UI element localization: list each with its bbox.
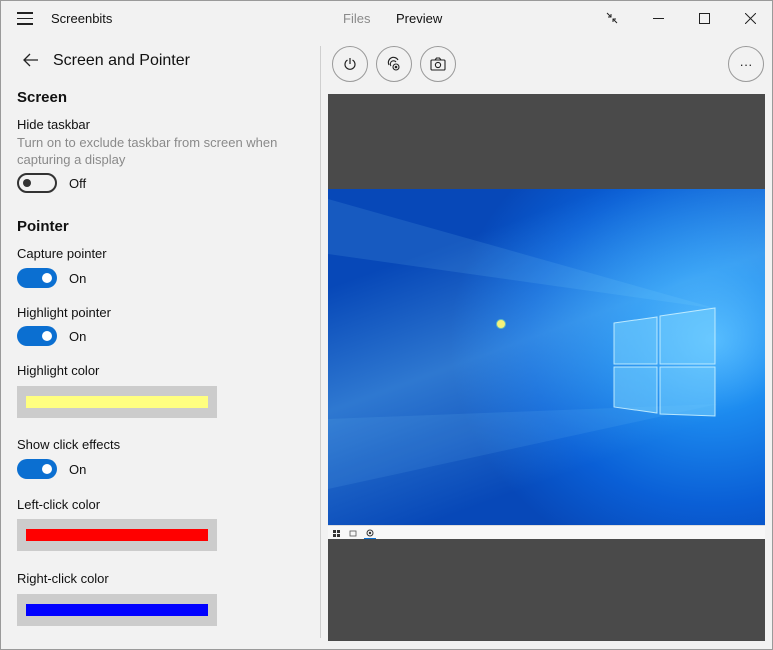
right-click-color-swatch [26,604,208,616]
power-icon [344,58,356,70]
back-arrow-icon[interactable] [23,53,39,72]
show-click-effects-label: Show click effects [17,437,121,452]
tab-files[interactable]: Files [343,11,370,26]
record-pointer-button[interactable] [376,46,412,82]
desktop-preview [328,189,765,525]
hide-taskbar-state: Off [69,176,87,191]
screenshot-button[interactable] [420,46,456,82]
camera-icon [430,57,446,71]
highlight-pointer-toggle[interactable] [17,326,57,346]
section-heading-screen: Screen [17,89,68,106]
preview-taskbar [328,525,765,539]
show-click-effects-toggle[interactable] [17,459,57,479]
highlight-color-picker[interactable] [17,386,217,418]
left-click-color-picker[interactable] [17,519,217,551]
settings-pane: Screen and Pointer Screen Hide taskbar T… [1,37,319,649]
power-button[interactable] [332,46,368,82]
preview-area [328,94,765,641]
section-heading-pointer: Pointer [17,218,69,235]
title-bar: Screenbits Files Preview [1,1,772,37]
right-click-color-picker[interactable] [17,594,217,626]
capture-pointer-toggle[interactable] [17,268,57,288]
app-title: Screenbits [51,11,113,26]
left-click-color-label: Left-click color [17,497,101,512]
right-click-color-label: Right-click color [17,571,109,586]
taskbar-icons [333,529,376,539]
compact-overlay-icon[interactable] [589,1,635,35]
hamburger-menu-icon[interactable] [17,12,33,26]
record-pointer-icon [387,56,400,71]
page-title: Screen and Pointer [53,52,190,69]
highlight-color-label: Highlight color [17,363,100,378]
show-click-effects-state: On [69,462,87,477]
more-icon: ··· [739,56,753,72]
hide-taskbar-label: Hide taskbar [17,117,90,132]
hide-taskbar-description: Turn on to exclude taskbar from screen w… [17,135,278,167]
close-icon[interactable] [727,1,773,35]
highlight-pointer-state: On [69,329,87,344]
minimize-icon[interactable] [635,1,681,35]
capture-pointer-state: On [69,271,87,286]
taskbar-clock [760,527,761,537]
pane-divider [320,46,321,638]
more-button[interactable]: ··· [728,46,764,82]
highlight-pointer-label: Highlight pointer [17,305,111,320]
highlighted-pointer-icon [496,319,506,329]
maximize-icon[interactable] [681,1,727,35]
hide-taskbar-toggle[interactable] [17,173,57,193]
highlight-color-swatch [26,396,208,408]
capture-pointer-label: Capture pointer [17,246,107,261]
left-click-color-swatch [26,529,208,541]
windows-logo-icon [328,199,718,489]
tab-preview[interactable]: Preview [396,11,442,26]
